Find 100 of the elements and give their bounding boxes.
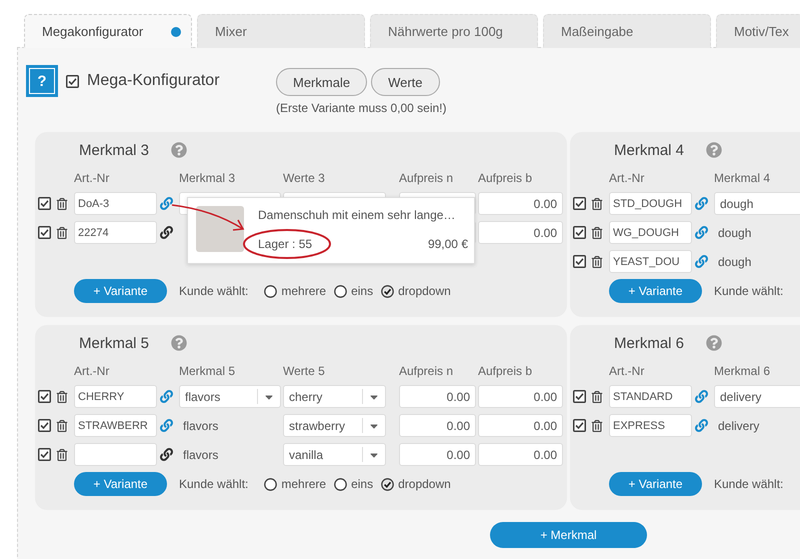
column-label: Werte 3 [283, 171, 326, 185]
link-icon[interactable] [160, 448, 173, 461]
product-title: Damenschuh mit einem sehr lange… [258, 208, 456, 222]
radio-icon[interactable] [381, 478, 394, 490]
checkbox[interactable] [38, 226, 51, 239]
pill-button[interactable]: Werte [371, 68, 440, 96]
radio-icon[interactable] [264, 478, 278, 490]
column-label: Aufpreis b [478, 171, 534, 185]
add-variant-button[interactable]: + Variante [609, 472, 702, 496]
column-label: Aufpreis n [399, 171, 454, 185]
value-text: dough [717, 226, 752, 240]
value-text: delivery [717, 418, 760, 432]
radio-icon[interactable] [334, 284, 348, 298]
article-number-field[interactable]: EXPRESS [609, 414, 692, 437]
dropdown-field[interactable]: strawberry [283, 414, 386, 437]
value-text: flavors [182, 448, 220, 462]
article-number-field[interactable] [74, 443, 157, 466]
trash-icon[interactable] [591, 226, 603, 238]
article-number-field[interactable]: STD_DOUGH [609, 192, 692, 215]
checkbox[interactable] [573, 255, 586, 268]
text-field[interactable]: dough [714, 192, 800, 215]
price-field[interactable]: 0.00 [478, 385, 563, 408]
add-variant-button[interactable]: + Variante [74, 279, 167, 303]
add-attribute-button[interactable]: + Merkmal [490, 522, 647, 548]
radio-option[interactable]: dropdown [381, 477, 451, 491]
radio-option[interactable]: eins [334, 477, 374, 491]
trash-icon[interactable] [56, 226, 68, 238]
trash-icon[interactable] [56, 448, 68, 460]
checkbox[interactable] [573, 419, 586, 432]
checkbox[interactable] [38, 448, 51, 461]
article-number-field[interactable]: CHERRY [74, 385, 157, 408]
trash-icon[interactable] [591, 390, 603, 402]
column-label: Art.-Nr [609, 364, 646, 378]
column-label: Merkmal 3 [179, 171, 236, 185]
checkbox[interactable] [38, 419, 51, 432]
checkbox[interactable] [38, 197, 51, 210]
article-number-field[interactable]: 22274 [74, 221, 157, 244]
column-label: Aufpreis n [399, 364, 454, 378]
text-field[interactable]: delivery [714, 385, 800, 408]
dropdown-field[interactable]: cherry [283, 385, 386, 408]
column-label: Werte 5 [283, 364, 326, 378]
price-field[interactable]: 0.00 [478, 221, 563, 244]
radio-icon[interactable] [264, 284, 278, 298]
checkbox[interactable] [573, 390, 586, 403]
radio-option[interactable]: dropdown [381, 284, 451, 298]
column-label: Art.-Nr [74, 171, 110, 185]
radio-icon[interactable] [381, 284, 394, 298]
price-field[interactable]: 0.00 [399, 385, 476, 408]
article-number-field[interactable]: DoA-3 [74, 192, 157, 215]
radio-option[interactable]: mehrere [264, 284, 326, 298]
price-field[interactable]: 0.00 [478, 192, 563, 215]
tab[interactable]: Nährwerte pro 100g [370, 14, 538, 48]
link-icon[interactable] [160, 226, 173, 239]
tab[interactable]: Mixer [197, 14, 365, 48]
column-label: Aufpreis b [478, 364, 534, 378]
price-field[interactable]: 0.00 [478, 443, 563, 466]
checkbox[interactable] [573, 197, 586, 210]
dropdown-field[interactable]: flavors [179, 385, 281, 408]
checkbox[interactable] [66, 74, 79, 88]
article-number-field[interactable]: STANDARD [609, 385, 692, 408]
pill-button[interactable]: Merkmale [276, 68, 368, 96]
price-field[interactable]: 0.00 [399, 414, 476, 437]
active-dot-icon [171, 26, 181, 36]
hint-text: (Erste Variante muss 0,00 sein!) [276, 101, 447, 115]
trash-icon[interactable] [56, 420, 68, 432]
tab[interactable]: Maßeingabe [543, 14, 711, 48]
choice-label: Kunde wählt: [714, 284, 784, 298]
radio-icon[interactable] [334, 478, 348, 490]
trash-icon[interactable] [591, 198, 603, 210]
dropdown-field[interactable]: vanilla [283, 443, 386, 466]
tab[interactable]: Motiv/Tex [716, 14, 800, 48]
trash-icon[interactable] [591, 420, 603, 432]
article-number-field[interactable]: WG_DOUGH [609, 221, 692, 244]
configurator-title: Mega-Konfigurator [87, 72, 220, 90]
column-label: Art.-Nr [609, 171, 646, 185]
radio-option[interactable]: eins [334, 284, 374, 298]
column-label: Merkmal 5 [179, 364, 236, 378]
column-label: Merkmal 6 [714, 364, 772, 378]
price-field[interactable]: 0.00 [399, 443, 476, 466]
trash-icon[interactable] [56, 390, 68, 402]
stock-text: Lager : 55 [258, 237, 312, 251]
card-title: Merkmal 4 [614, 142, 684, 158]
add-variant-button[interactable]: + Variante [74, 472, 167, 496]
checkbox[interactable] [38, 390, 51, 403]
photo-placeholder [196, 206, 244, 252]
checkbox[interactable] [573, 226, 586, 239]
tab[interactable]: Megakonfigurator [24, 14, 192, 48]
column-label: Art.-Nr [74, 364, 110, 378]
trash-icon[interactable] [56, 198, 68, 210]
add-variant-button[interactable]: + Variante [609, 279, 702, 303]
article-number-field[interactable]: YEAST_DOU [609, 250, 692, 273]
choice-label: Kunde wählt: [714, 477, 784, 491]
choice-label: Kunde wählt: [179, 284, 248, 298]
trash-icon[interactable] [591, 256, 603, 268]
price-field[interactable]: 0.00 [478, 414, 563, 437]
help-button[interactable]: ? [26, 65, 58, 97]
radio-option[interactable]: mehrere [264, 477, 326, 491]
card-title: Merkmal 3 [79, 142, 150, 158]
card-title: Merkmal 6 [614, 334, 684, 352]
article-number-field[interactable]: STRAWBERR [74, 414, 157, 437]
